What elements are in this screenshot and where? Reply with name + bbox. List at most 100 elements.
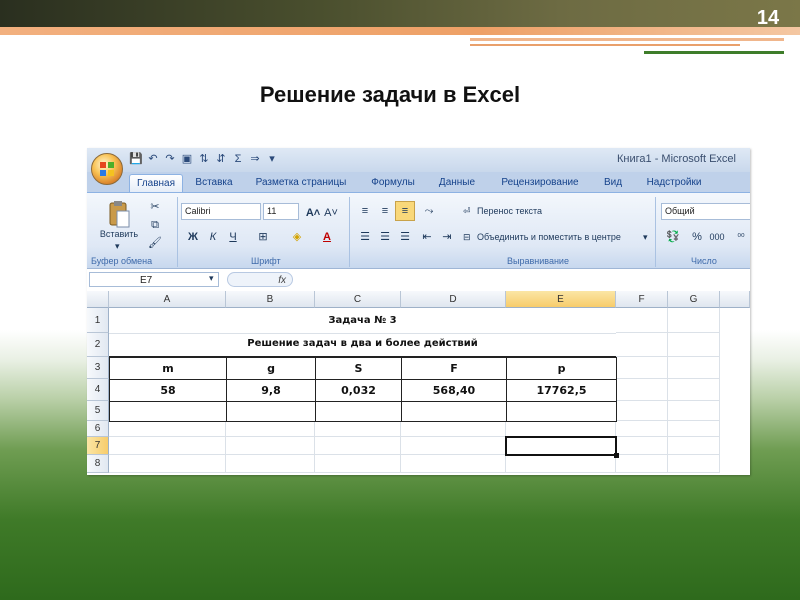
cell[interactable] xyxy=(506,421,616,437)
sort-icon[interactable]: ⇅ xyxy=(197,152,211,166)
tab-page-layout[interactable]: Разметка страницы xyxy=(249,174,353,192)
row-header[interactable]: 7 xyxy=(87,437,109,455)
tab-view[interactable]: Вид xyxy=(595,174,631,192)
task-title-cell[interactable]: Задача № 3 xyxy=(109,308,616,334)
task-subtitle-cell[interactable]: Решение задач в два и более действий xyxy=(109,333,616,357)
row-header[interactable]: 6 xyxy=(87,421,109,437)
cell[interactable] xyxy=(506,401,617,422)
tab-data[interactable]: Данные xyxy=(431,174,483,192)
cell[interactable] xyxy=(616,333,668,357)
office-button[interactable] xyxy=(91,153,123,185)
paste-icon[interactable] xyxy=(107,199,131,229)
cell[interactable] xyxy=(616,308,668,333)
column-header[interactable]: E xyxy=(506,291,616,308)
cut-icon[interactable]: ✂ xyxy=(145,197,165,217)
cell[interactable] xyxy=(506,455,616,473)
header-cell-g[interactable]: g xyxy=(226,357,316,380)
sort-icon[interactable]: ⇵ xyxy=(214,152,228,166)
insert-function-button[interactable]: fx xyxy=(227,272,293,287)
currency-icon[interactable]: 💱 xyxy=(663,227,683,247)
wrap-text-button[interactable]: Перенос текста xyxy=(477,206,542,216)
select-all-corner[interactable] xyxy=(87,291,109,308)
font-name-select[interactable]: Calibri xyxy=(181,203,261,220)
align-left-icon[interactable]: ☰ xyxy=(355,227,375,247)
wrap-text-icon[interactable]: ⏎ xyxy=(463,206,471,217)
cell[interactable] xyxy=(616,357,668,379)
italic-button[interactable]: К xyxy=(203,227,223,247)
orientation-icon[interactable]: ⤳ xyxy=(419,201,439,221)
cell[interactable] xyxy=(109,455,226,473)
header-cell-s[interactable]: S xyxy=(315,357,402,380)
column-header[interactable]: B xyxy=(226,291,315,308)
sum-icon[interactable]: Σ xyxy=(231,152,245,166)
undo-icon[interactable]: ↶ xyxy=(146,152,160,166)
cell[interactable] xyxy=(668,333,720,357)
row-header[interactable]: 8 xyxy=(87,455,109,473)
column-header[interactable]: G xyxy=(668,291,720,308)
header-cell-f[interactable]: F xyxy=(401,357,507,380)
font-size-select[interactable]: 11 xyxy=(263,203,299,220)
cell[interactable] xyxy=(401,437,506,455)
thousands-button[interactable]: 000 xyxy=(707,227,727,247)
align-center-icon[interactable]: ☰ xyxy=(375,227,395,247)
merge-center-button[interactable]: Объединить и поместить в центре xyxy=(477,232,621,242)
arrow-icon[interactable]: ⇒ xyxy=(248,152,262,166)
decrease-indent-icon[interactable]: ⇤ xyxy=(417,227,437,247)
row-header[interactable]: 3 xyxy=(87,357,109,379)
cell[interactable] xyxy=(668,379,720,401)
qat-dropdown-icon[interactable]: ▾ xyxy=(265,152,279,166)
cell[interactable] xyxy=(226,421,315,437)
align-right-icon[interactable]: ☰ xyxy=(395,227,415,247)
align-bottom-icon[interactable]: ≡ xyxy=(395,201,415,221)
tab-formulas[interactable]: Формулы xyxy=(363,174,423,192)
tab-addins[interactable]: Надстройки xyxy=(639,174,709,192)
chevron-down-icon[interactable]: ▾ xyxy=(115,241,120,252)
cell[interactable] xyxy=(668,421,720,437)
fill-color-icon[interactable]: ◈ xyxy=(287,227,307,247)
tab-review[interactable]: Рецензирование xyxy=(493,174,587,192)
redo-icon[interactable]: ↷ xyxy=(163,152,177,166)
format-painter-icon[interactable]: 🖌 xyxy=(145,233,165,253)
column-header[interactable] xyxy=(720,291,750,308)
decrease-font-icon[interactable]: A˅ xyxy=(321,203,341,223)
cell[interactable] xyxy=(616,437,668,455)
copy-icon[interactable]: ⧉ xyxy=(145,215,165,235)
underline-button[interactable]: Ч xyxy=(223,227,243,247)
value-cell-s[interactable]: 0,032 xyxy=(315,379,402,402)
tab-insert[interactable]: Вставка xyxy=(189,174,239,192)
cell[interactable] xyxy=(315,421,401,437)
cell[interactable] xyxy=(616,421,668,437)
column-header[interactable]: C xyxy=(315,291,401,308)
cell[interactable] xyxy=(315,437,401,455)
row-header[interactable]: 5 xyxy=(87,401,109,421)
merge-icon[interactable]: ⊟ xyxy=(463,232,471,243)
row-header[interactable]: 1 xyxy=(87,308,109,333)
cell[interactable] xyxy=(668,455,720,473)
percent-button[interactable]: % xyxy=(687,227,707,247)
save-icon[interactable]: 💾 xyxy=(129,152,143,166)
row-header[interactable]: 4 xyxy=(87,379,109,401)
borders-icon[interactable]: ⊞ xyxy=(253,227,273,247)
increase-decimal-icon[interactable]: ⁰⁰ xyxy=(731,227,750,247)
cell[interactable] xyxy=(315,401,402,422)
font-color-icon[interactable]: A xyxy=(317,227,337,247)
cell[interactable] xyxy=(401,421,506,437)
cell[interactable] xyxy=(109,401,227,422)
cell[interactable] xyxy=(109,437,226,455)
header-cell-p[interactable]: p xyxy=(506,357,617,380)
copy-format-icon[interactable]: ▣ xyxy=(180,152,194,166)
cell[interactable] xyxy=(616,401,668,421)
bold-button[interactable]: Ж xyxy=(183,227,203,247)
cell[interactable] xyxy=(401,401,507,422)
increase-font-icon[interactable]: A˄ xyxy=(303,203,323,223)
paste-button[interactable]: Вставить xyxy=(99,229,139,239)
number-format-select[interactable]: Общий xyxy=(661,203,750,220)
value-cell-m[interactable]: 58 xyxy=(109,379,227,402)
chevron-down-icon[interactable]: ▾ xyxy=(643,232,648,243)
column-header[interactable]: F xyxy=(616,291,668,308)
row-header[interactable]: 2 xyxy=(87,333,109,357)
name-box[interactable]: E7 xyxy=(89,272,219,287)
cell[interactable] xyxy=(668,437,720,455)
value-cell-f[interactable]: 568,40 xyxy=(401,379,507,402)
cell[interactable] xyxy=(109,421,226,437)
